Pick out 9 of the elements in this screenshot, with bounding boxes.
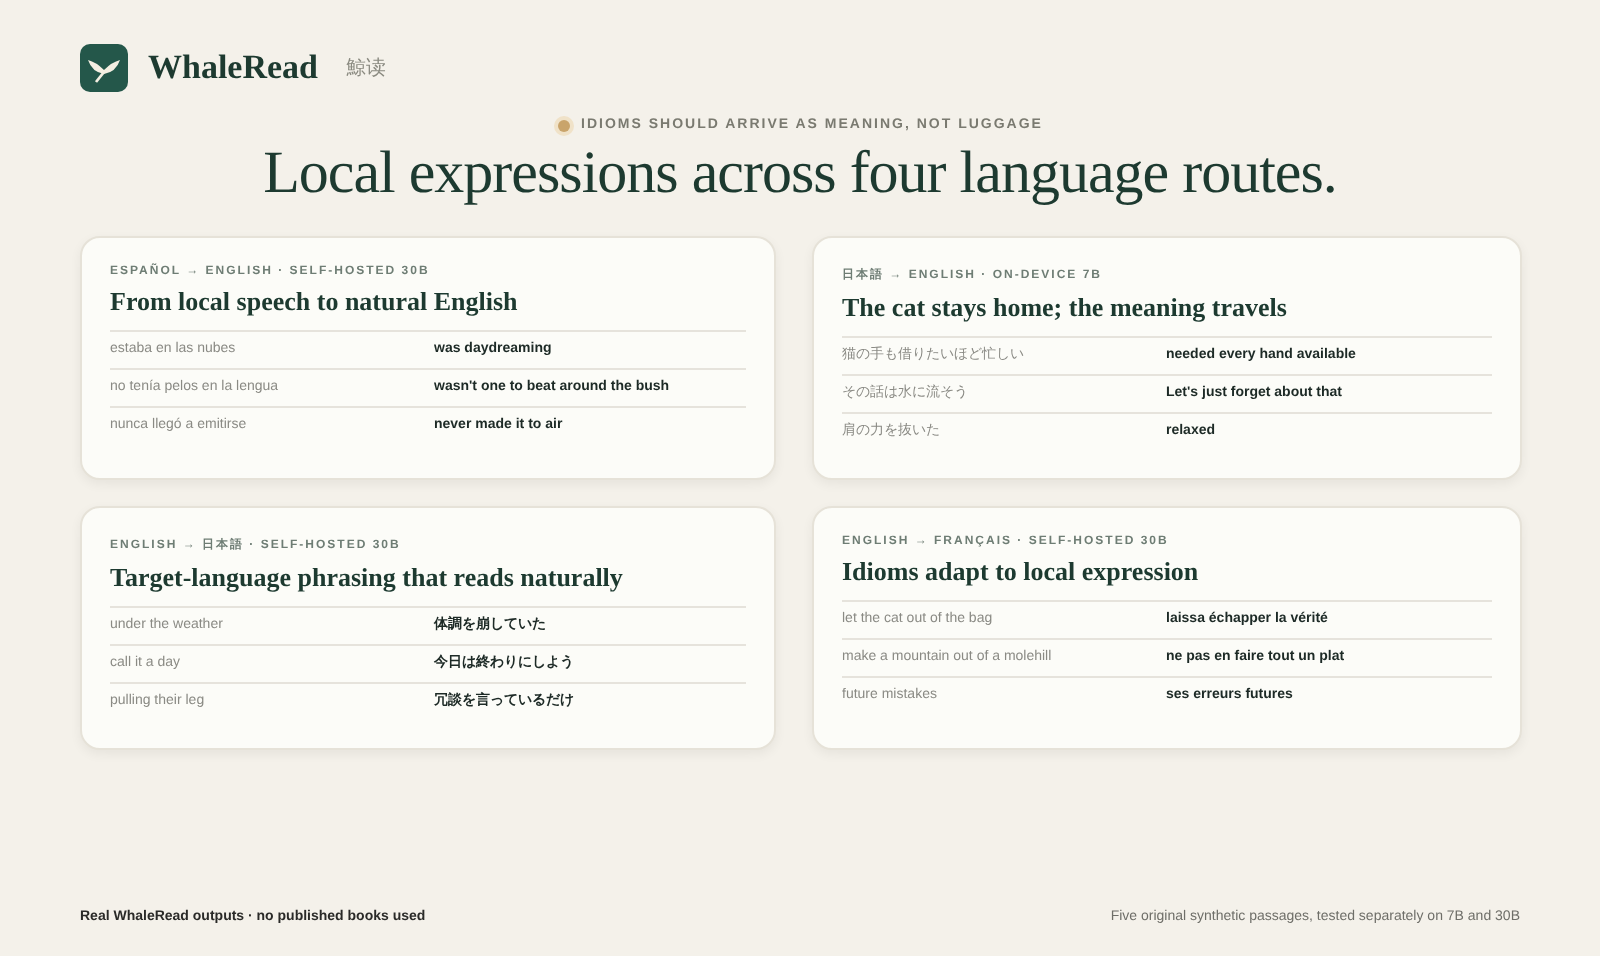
card-title: Target-language phrasing that reads naturally [110, 562, 625, 594]
brand-name: WhaleRead [148, 48, 318, 88]
card-title: Idioms adapt to local expression [842, 556, 1201, 588]
card-title: The cat stays home; the meaning travels [842, 292, 1289, 324]
dot-icon [557, 119, 570, 131]
headline: Local expressions across four language routes. [261, 140, 1339, 208]
card-title: From local speech to natural English [110, 286, 520, 318]
whale-tail-logo-icon [80, 44, 128, 92]
brand-subtitle: 鯨读 [346, 55, 386, 82]
